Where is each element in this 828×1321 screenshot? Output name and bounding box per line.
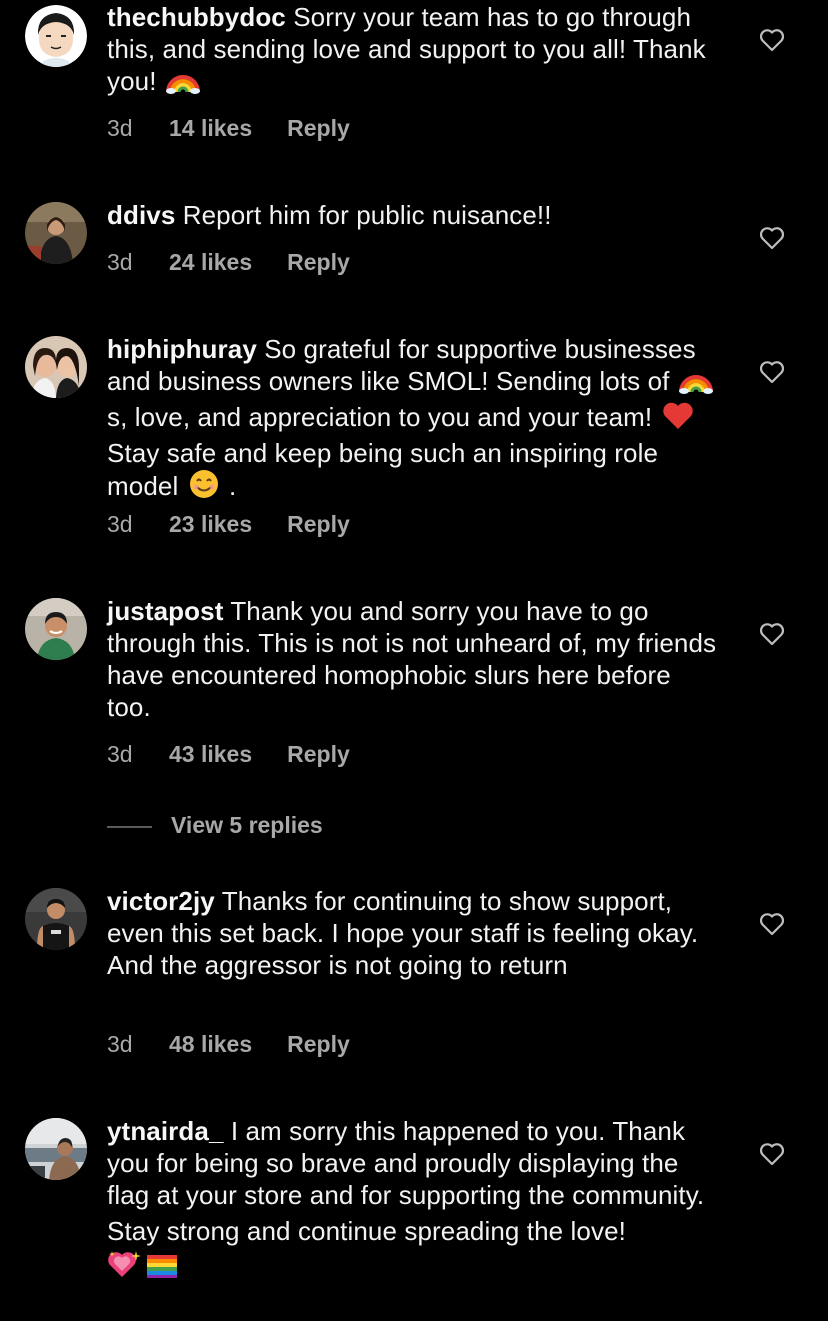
comment-username[interactable]: hiphiphuray	[107, 334, 257, 364]
heart-icon[interactable]	[759, 622, 785, 646]
comment-username[interactable]: ddivs	[107, 200, 175, 230]
comment-time: 3d	[107, 1031, 133, 1057]
comment-text: Report him for public nuisance!!	[175, 200, 552, 230]
heart-icon[interactable]	[759, 28, 785, 52]
avatar-photo-icon	[25, 202, 87, 264]
avatar-photo-icon	[25, 1118, 87, 1180]
like-count[interactable]: 43 likes	[169, 741, 252, 768]
like-count[interactable]: 14 likes	[169, 115, 252, 142]
avatar[interactable]	[25, 336, 87, 398]
reply-button[interactable]: Reply	[287, 511, 350, 538]
avatar-photo-icon	[25, 598, 87, 660]
comment-body: hiphiphuray So grateful for supportive b…	[107, 333, 717, 506]
comment-body: ddivs Report him for public nuisance!!	[107, 199, 717, 231]
avatar-cartoon-doctor-icon	[25, 5, 87, 67]
comment-body: thechubbydoc Sorry your team has to go t…	[107, 1, 717, 101]
heart-icon[interactable]	[759, 360, 785, 384]
rainbow-emoji	[678, 366, 713, 401]
comment-username[interactable]: justapost	[107, 596, 223, 626]
comment-meta: 3d 43 likes Reply	[107, 741, 350, 768]
avatar-photo-icon	[25, 336, 87, 398]
like-count[interactable]: 24 likes	[169, 249, 252, 276]
avatar[interactable]	[25, 202, 87, 264]
comment-meta: 3d 23 likes Reply	[107, 511, 350, 538]
comment-meta: 3d 48 likes Reply	[107, 1031, 350, 1058]
comment-meta: 3d 14 likes Reply	[107, 115, 350, 142]
avatar[interactable]	[25, 1118, 87, 1180]
rainbow-flag-emoji	[145, 1253, 179, 1286]
reply-button[interactable]: Reply	[287, 1031, 350, 1058]
rainbow-emoji	[165, 66, 200, 101]
view-replies-button[interactable]: View 5 replies	[107, 812, 323, 839]
avatar-photo-icon	[25, 888, 87, 950]
comment-time: 3d	[107, 511, 133, 537]
comment-text: s, love, and appreciation to you and you…	[107, 402, 660, 432]
avatar[interactable]	[25, 5, 87, 67]
view-replies-label: View 5 replies	[171, 812, 323, 838]
avatar[interactable]	[25, 598, 87, 660]
comment-text-line2: Stay strong and continue spreading the l…	[107, 1216, 626, 1246]
heart-icon[interactable]	[759, 1142, 785, 1166]
reply-button[interactable]: Reply	[287, 249, 350, 276]
avatar[interactable]	[25, 888, 87, 950]
heart-icon[interactable]	[759, 226, 785, 250]
comment-body: ytnairda_ I am sorry this happened to yo…	[107, 1115, 717, 1286]
comment-username[interactable]: ytnairda_	[107, 1116, 224, 1146]
heart-icon[interactable]	[759, 912, 785, 936]
comment-meta: 3d 24 likes Reply	[107, 249, 350, 276]
comment-time: 3d	[107, 115, 133, 141]
smiling-face-emoji	[188, 469, 220, 506]
reply-button[interactable]: Reply	[287, 741, 350, 768]
replies-divider	[107, 825, 152, 828]
comment-username[interactable]: victor2jy	[107, 886, 215, 916]
comment-username[interactable]: thechubbydoc	[107, 2, 286, 32]
like-count[interactable]: 23 likes	[169, 511, 252, 538]
comment-time: 3d	[107, 741, 133, 767]
comment-time: 3d	[107, 249, 133, 275]
like-count[interactable]: 48 likes	[169, 1031, 252, 1058]
comment-text: .	[221, 471, 237, 501]
comment-body: victor2jy Thanks for continuing to show …	[107, 885, 717, 981]
reply-button[interactable]: Reply	[287, 115, 350, 142]
red-heart-emoji	[662, 402, 694, 437]
sparkling-heart-emoji	[107, 1249, 141, 1286]
comment-body: justapost Thank you and sorry you have t…	[107, 595, 717, 723]
